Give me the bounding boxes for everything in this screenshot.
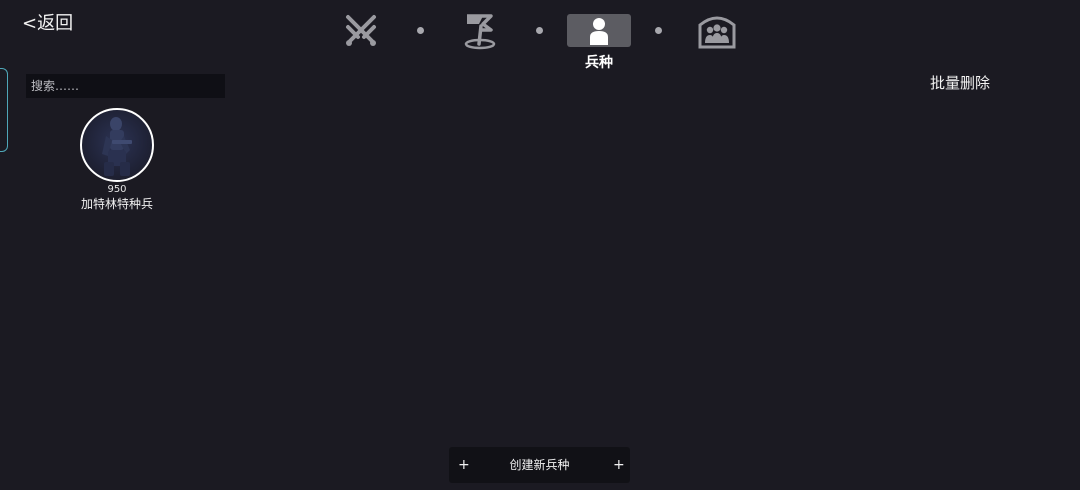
nav-group-tab[interactable] xyxy=(697,12,737,50)
unit-card[interactable]: 950 加特林特种兵 xyxy=(72,108,162,212)
crossed-swords-icon xyxy=(346,15,376,46)
plus-icon: + xyxy=(613,457,625,473)
nav-unit-label: 兵种 xyxy=(585,55,613,71)
army-editor-screen: <返回 兵种 批量删除 搜索…… 950 加特林特种兵 + 创建新兵种 + xyxy=(0,0,1080,490)
search-input[interactable] xyxy=(26,74,225,98)
nav-flag-tab[interactable] xyxy=(460,12,500,50)
unit-name: 加特林特种兵 xyxy=(80,197,153,211)
nav-separator-dot xyxy=(536,27,543,34)
unit-cost: 950 xyxy=(107,184,127,195)
person-icon xyxy=(590,17,608,45)
nav-separator-dot xyxy=(417,27,424,34)
category-nav: 兵种 xyxy=(0,0,1080,80)
create-unit-button[interactable]: + 创建新兵种 + xyxy=(449,447,630,483)
side-panel-tab[interactable] xyxy=(0,68,8,152)
nav-unit-tab[interactable] xyxy=(567,14,631,47)
create-unit-label: 创建新兵种 xyxy=(509,458,570,472)
flag-icon xyxy=(464,14,496,50)
group-icon xyxy=(698,16,736,49)
unit-avatar xyxy=(80,108,154,182)
soldier-portrait-icon xyxy=(102,117,132,176)
nav-battle-tab[interactable] xyxy=(341,12,381,50)
batch-delete-button[interactable]: 批量删除 xyxy=(910,72,1010,93)
nav-separator-dot xyxy=(655,27,662,34)
